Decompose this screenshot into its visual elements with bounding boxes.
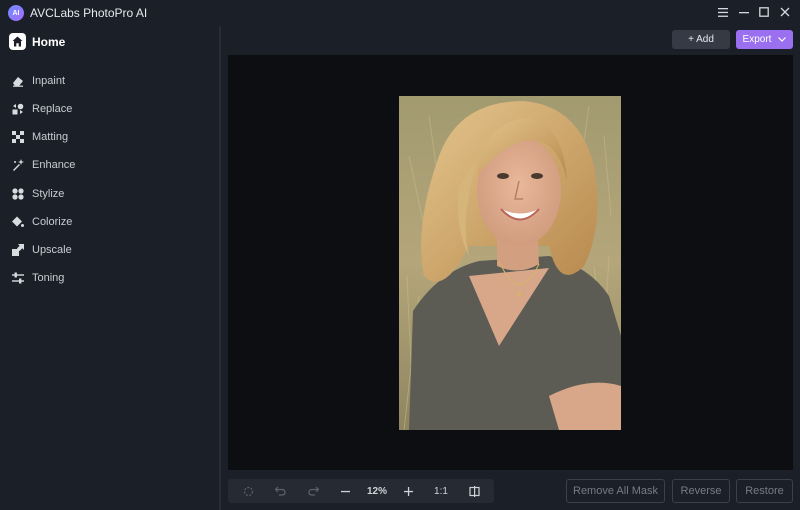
sidebar-divider [219,26,221,510]
app-title: AVCLabs PhotoPro AI [30,6,148,20]
menu-icon[interactable] [715,4,731,20]
sidebar-item-label: Replace [32,103,73,115]
sidebar-item-label: Colorize [32,216,73,228]
sidebar-item-colorize[interactable]: Colorize [12,213,72,231]
sidebar-item-enhance[interactable]: Enhance [12,156,75,174]
chevron-down-icon [778,37,787,42]
zoom-out-icon[interactable] [337,483,353,499]
sidebar-item-toning[interactable]: Toning [12,269,64,287]
maximize-icon[interactable] [756,4,772,20]
sidebar-item-upscale[interactable]: Upscale [12,241,72,259]
remove-all-mask-button[interactable]: Remove All Mask [566,479,665,503]
undo-icon[interactable] [272,483,288,499]
reset-view-icon[interactable] [240,483,256,499]
eraser-icon [12,75,24,87]
zoom-level: 12% [366,485,387,497]
bottom-toolbar: 12% 1:1 [228,479,494,503]
upscale-icon [12,244,24,256]
stylize-icon [12,188,24,200]
sidebar-item-label: Toning [32,272,65,284]
toning-icon [12,272,24,284]
sidebar: Home Inpaint Replace Matting Enhance Sty… [0,26,219,510]
export-label: Export [742,34,772,45]
redo-icon[interactable] [305,483,321,499]
image-canvas[interactable] [228,55,793,470]
title-bar: AI AVCLabs PhotoPro AI [0,0,800,26]
actual-size-button[interactable]: 1:1 [430,483,452,499]
home-icon [9,33,26,50]
close-icon[interactable] [777,4,793,20]
app-logo-text: AI [12,9,20,17]
restore-button[interactable]: Restore [736,479,793,503]
sidebar-item-label: Inpaint [32,75,66,87]
sidebar-item-stylize[interactable]: Stylize [12,185,64,203]
compare-icon[interactable] [466,483,482,499]
matting-icon [12,131,24,143]
minimize-icon[interactable] [736,4,752,20]
sidebar-item-home[interactable]: Home [9,33,65,50]
colorize-icon [12,216,24,228]
reverse-button[interactable]: Reverse [672,479,730,503]
sidebar-item-replace[interactable]: Replace [12,100,72,118]
zoom-in-icon[interactable] [400,483,416,499]
sidebar-item-label: Stylize [32,188,65,200]
add-button[interactable]: + Add [672,30,730,49]
sidebar-item-matting[interactable]: Matting [12,128,68,146]
sidebar-item-label: Upscale [32,244,72,256]
sidebar-item-label: Home [32,34,66,49]
app-logo: AI [8,5,24,21]
replace-icon [12,103,24,115]
sidebar-item-label: Enhance [32,159,76,171]
enhance-icon [12,159,24,171]
portrait-photo [399,96,621,430]
sidebar-item-label: Matting [32,131,69,143]
export-button[interactable]: Export [736,30,793,49]
sidebar-item-inpaint[interactable]: Inpaint [12,72,65,90]
